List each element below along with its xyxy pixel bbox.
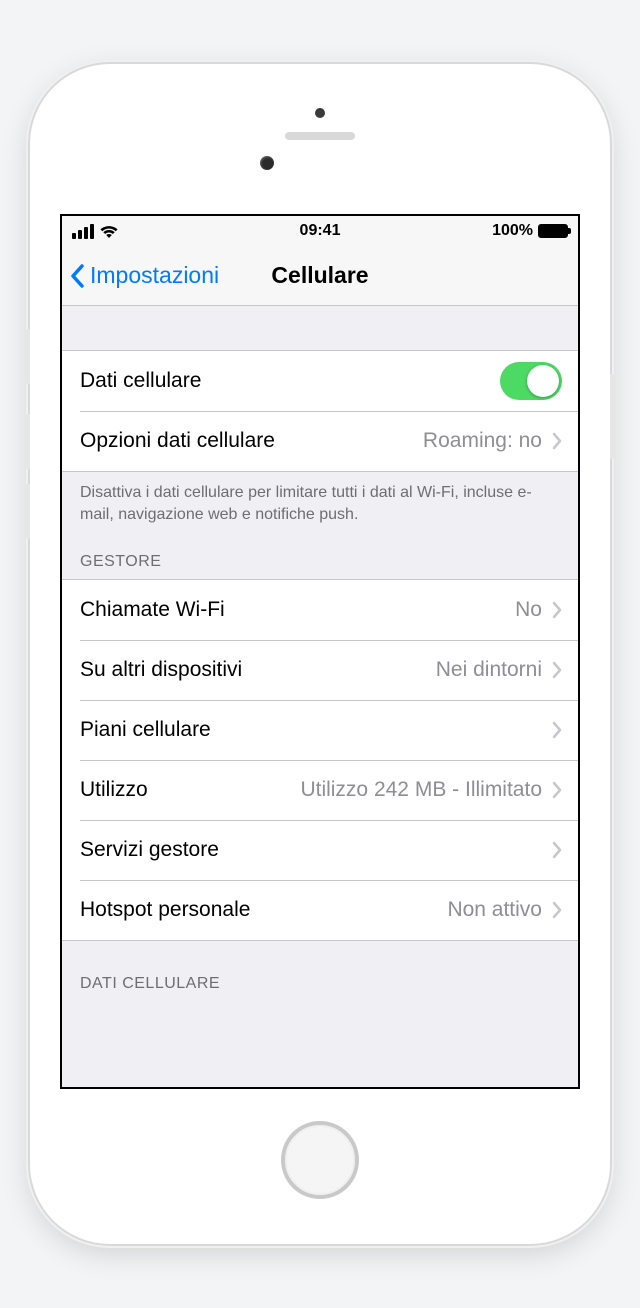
carrier-header: GESTORE xyxy=(62,543,578,579)
personal-hotspot-row[interactable]: Hotspot personale Non attivo xyxy=(62,880,578,940)
usage-row[interactable]: Utilizzo Utilizzo 242 MB - Illimitato xyxy=(62,760,578,820)
battery-icon xyxy=(538,224,568,238)
wifi-calling-value: No xyxy=(515,598,542,622)
cellular-data-group: Dati cellulare Opzioni dati cellulare Ro… xyxy=(62,350,578,472)
carrier-group: Chiamate Wi-Fi No Su altri dispositivi N… xyxy=(62,579,578,941)
cellular-options-value: Roaming: no xyxy=(423,429,542,453)
page-title: Cellulare xyxy=(271,262,368,289)
personal-hotspot-label: Hotspot personale xyxy=(80,898,250,922)
other-devices-row[interactable]: Su altri dispositivi Nei dintorni xyxy=(62,640,578,700)
other-devices-label: Su altri dispositivi xyxy=(80,658,242,682)
proximity-sensor xyxy=(315,108,325,118)
content-scroll[interactable]: Dati cellulare Opzioni dati cellulare Ro… xyxy=(62,306,578,1087)
cellular-plans-row[interactable]: Piani cellulare xyxy=(62,700,578,760)
chevron-right-icon xyxy=(552,721,562,739)
usage-label: Utilizzo xyxy=(80,778,148,802)
carrier-services-row[interactable]: Servizi gestore xyxy=(62,820,578,880)
cellular-plans-label: Piani cellulare xyxy=(80,718,211,742)
cellular-data-section-header: DATI CELLULARE xyxy=(62,941,578,1001)
usage-value: Utilizzo 242 MB - Illimitato xyxy=(300,778,542,802)
chevron-right-icon xyxy=(552,432,562,450)
chevron-right-icon xyxy=(552,601,562,619)
wifi-calling-row[interactable]: Chiamate Wi-Fi No xyxy=(62,580,578,640)
earpiece-speaker xyxy=(285,132,355,140)
battery-percentage: 100% xyxy=(492,222,533,240)
cellular-data-label: Dati cellulare xyxy=(80,369,201,393)
other-devices-value: Nei dintorni xyxy=(436,658,542,682)
chevron-right-icon xyxy=(552,661,562,679)
back-label: Impostazioni xyxy=(90,262,219,289)
back-button[interactable]: Impostazioni xyxy=(70,262,219,289)
cellular-data-options-row[interactable]: Opzioni dati cellulare Roaming: no xyxy=(62,411,578,471)
cellular-signal-icon xyxy=(72,224,94,239)
chevron-right-icon xyxy=(552,781,562,799)
chevron-left-icon xyxy=(70,264,90,288)
status-bar: 09:41 100% xyxy=(62,216,578,246)
device-frame: 09:41 100% Impostazioni Cellulare xyxy=(30,64,610,1244)
home-button[interactable] xyxy=(281,1121,359,1199)
chevron-right-icon xyxy=(552,901,562,919)
cellular-data-footer: Disattiva i dati cellulare per limitare … xyxy=(62,472,578,543)
front-camera xyxy=(260,156,274,170)
chevron-right-icon xyxy=(552,841,562,859)
wifi-calling-label: Chiamate Wi-Fi xyxy=(80,598,225,622)
carrier-services-label: Servizi gestore xyxy=(80,838,219,862)
personal-hotspot-value: Non attivo xyxy=(447,898,542,922)
screen: 09:41 100% Impostazioni Cellulare xyxy=(60,214,580,1089)
status-time: 09:41 xyxy=(300,222,341,240)
wifi-icon xyxy=(99,224,119,239)
cellular-data-row: Dati cellulare xyxy=(62,351,578,411)
navigation-bar: Impostazioni Cellulare xyxy=(62,246,578,306)
cellular-data-toggle[interactable] xyxy=(500,362,562,400)
cellular-options-label: Opzioni dati cellulare xyxy=(80,429,275,453)
